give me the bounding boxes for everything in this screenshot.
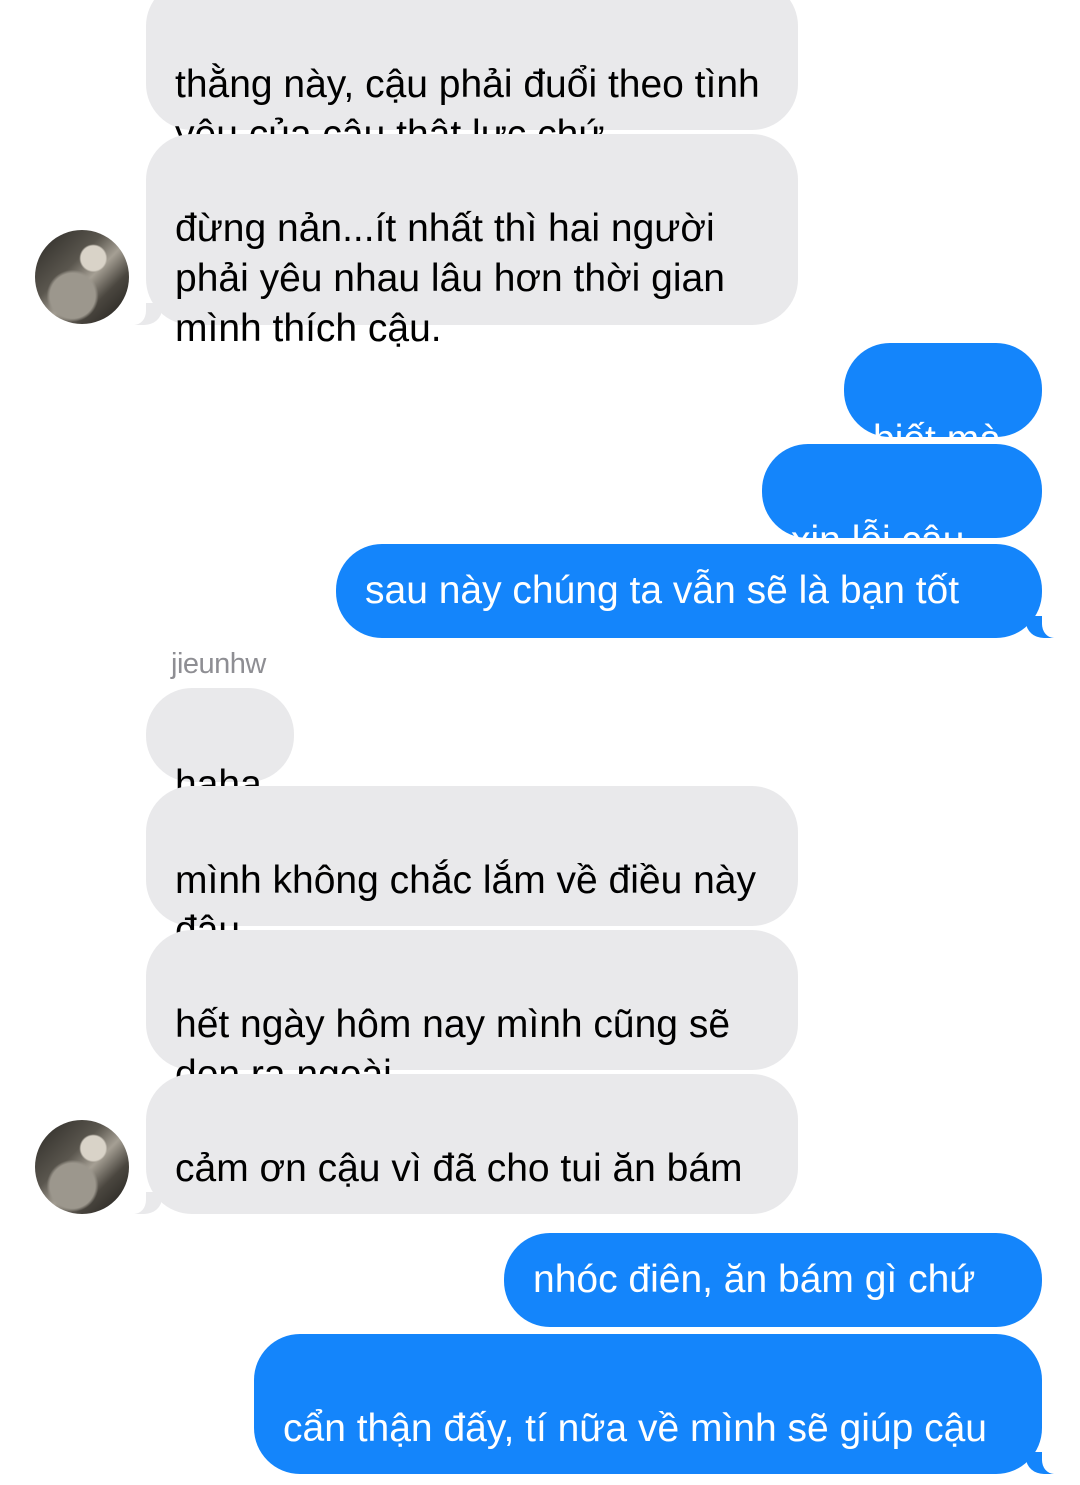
message-text: đừng nản...ít nhất thì hai người phải yê… xyxy=(175,207,725,350)
incoming-message[interactable]: haha xyxy=(146,688,294,806)
outgoing-message[interactable]: biết mà xyxy=(844,343,1042,461)
message-text: cảm ơn cậu vì đã cho tui ăn bám xyxy=(175,1147,743,1190)
message-text: sau này chúng ta vẫn sẽ là bạn tốt xyxy=(365,569,960,612)
sender-name: jieunhw xyxy=(171,648,266,680)
incoming-message[interactable]: thằng này, cậu phải đuổi theo tình yêu c… xyxy=(146,0,798,156)
incoming-message[interactable]: hết ngày hôm nay mình cũng sẽ dọn ra ngo… xyxy=(146,930,798,1096)
message-text: cẩn thận đấy, tí nữa về mình sẽ giúp cậu xyxy=(283,1407,987,1450)
message-text: nhóc điên, ăn bám gì chứ xyxy=(533,1258,976,1301)
incoming-message[interactable]: đừng nản...ít nhất thì hai người phải yê… xyxy=(120,134,798,350)
incoming-message[interactable]: mình không chắc lắm về điều này đâu.. xyxy=(146,786,798,952)
outgoing-message[interactable]: nhóc điên, ăn bám gì chứ xyxy=(504,1233,1042,1327)
contact-avatar[interactable] xyxy=(35,1120,129,1214)
outgoing-message[interactable]: cẩn thận đấy, tí nữa về mình sẽ giúp cậu xyxy=(254,1334,1068,1474)
contact-avatar[interactable] xyxy=(35,230,129,324)
incoming-message[interactable]: cảm ơn cậu vì đã cho tui ăn bám xyxy=(120,1074,798,1214)
outgoing-message[interactable]: xin lỗi cậu... xyxy=(762,444,1042,562)
outgoing-message[interactable]: sau này chúng ta vẫn sẽ là bạn tốt xyxy=(336,544,1068,638)
